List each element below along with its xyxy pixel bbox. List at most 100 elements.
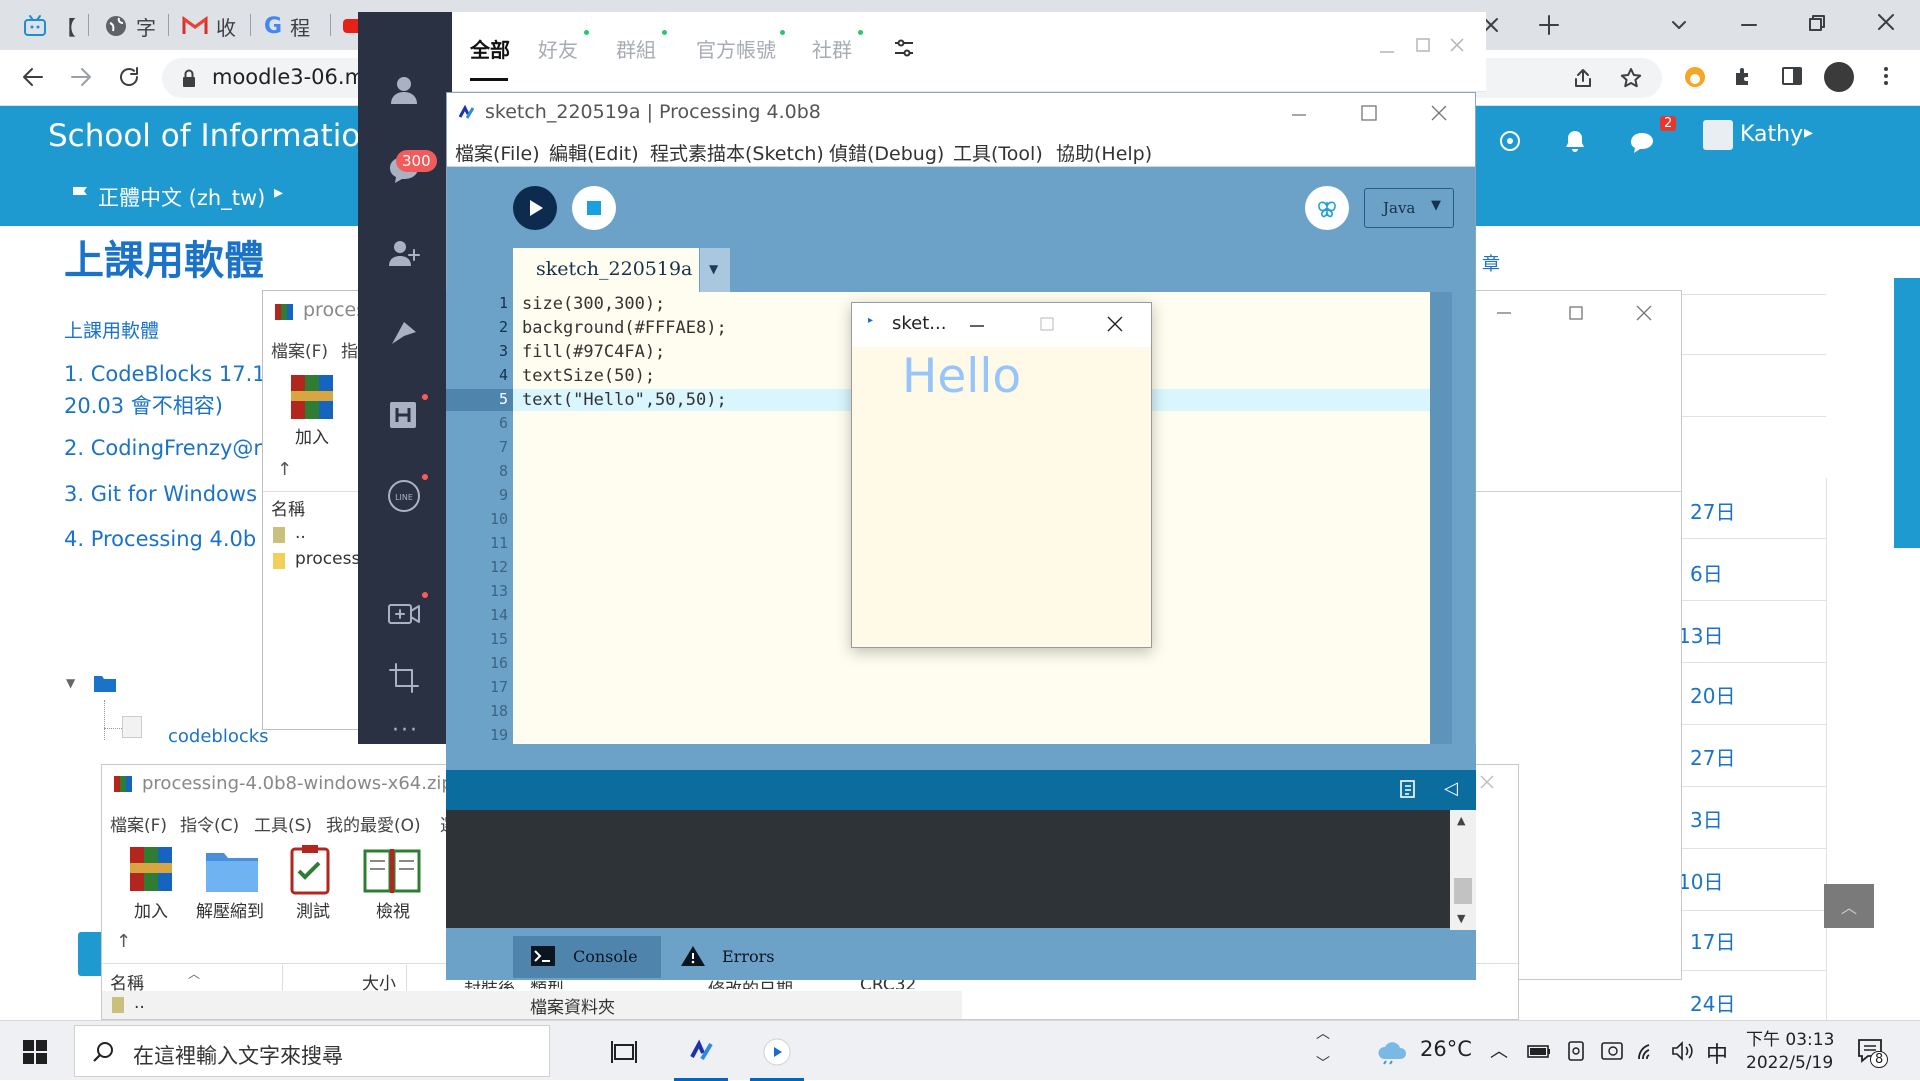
wifi-icon[interactable] <box>1636 1039 1662 1063</box>
run-button[interactable] <box>513 186 557 230</box>
taskbar-app-sketch[interactable] <box>746 1021 808 1081</box>
maximize-icon[interactable] <box>1359 103 1379 123</box>
close-icon[interactable] <box>1478 773 1496 791</box>
scroll-down-icon[interactable]: ▼ <box>1457 912 1465 925</box>
console-tab[interactable]: Console <box>513 936 661 978</box>
up-arrow-icon[interactable]: ↑ <box>277 459 292 480</box>
browser-tab[interactable]: 收 <box>182 6 236 46</box>
close-icon[interactable] <box>1448 36 1466 54</box>
menu-tools[interactable]: 工具(S) <box>254 811 312 836</box>
add-archive-icon[interactable] <box>287 371 339 423</box>
taskbar-search[interactable]: 在這裡輸入文字來搜尋 <box>74 1025 550 1077</box>
menu-tool[interactable]: 工具(Tool) <box>953 139 1043 166</box>
up-arrow-icon[interactable]: ↑ <box>116 931 131 952</box>
stop-button[interactable] <box>572 186 616 230</box>
folder-icon[interactable] <box>92 672 118 694</box>
taskbar-app-processing[interactable] <box>670 1021 732 1081</box>
close-icon[interactable] <box>1106 315 1124 333</box>
console-output[interactable] <box>446 810 1450 928</box>
sketch-tab[interactable]: sketch_220519a <box>513 248 699 292</box>
add-friend-icon[interactable] <box>386 236 422 272</box>
tab-official[interactable]: 官方帳號 <box>696 34 776 63</box>
menu-file[interactable]: 檔案(File) <box>455 139 540 166</box>
filter-settings-icon[interactable] <box>892 36 916 60</box>
menu-favorites[interactable]: 我的最愛(O) <box>326 811 421 836</box>
voom-icon[interactable] <box>386 316 422 352</box>
share-icon[interactable] <box>1572 67 1594 89</box>
collapse-arrow-icon[interactable]: ▼ <box>66 676 75 690</box>
extensions-icon[interactable] <box>1732 64 1756 88</box>
menu-file[interactable]: 檔案(F) <box>271 337 328 362</box>
minimize-icon[interactable] <box>1289 105 1309 125</box>
menu-command[interactable]: 指令(C) <box>180 811 239 836</box>
more-icon[interactable]: ··· <box>392 718 419 743</box>
scroll-up-icon[interactable]: ▲ <box>1457 814 1465 827</box>
calendar-date[interactable]: 20日 <box>1690 680 1735 709</box>
extract-folder-icon[interactable] <box>204 845 260 895</box>
chat-icon[interactable] <box>1628 130 1656 156</box>
menu-edit[interactable]: 編輯(Edit) <box>549 139 639 166</box>
star-icon[interactable] <box>1620 67 1642 89</box>
language-menu[interactable]: 正體中文 (zh_tw) <box>98 182 265 212</box>
menu-help[interactable]: 協助(Help) <box>1056 139 1152 166</box>
browser-tab[interactable]: 字 <box>104 6 156 46</box>
menu-sketch[interactable]: 程式素描本(Sketch) <box>650 139 824 166</box>
browser-tab[interactable]: G 程 <box>264 6 310 46</box>
back-icon[interactable] <box>20 64 46 90</box>
test-clipboard-icon[interactable] <box>288 843 332 895</box>
view-book-icon[interactable] <box>362 845 422 895</box>
menu-command[interactable]: 指 <box>341 337 358 362</box>
calendar-date[interactable]: 17日 <box>1690 926 1735 955</box>
file-link[interactable]: codeblocks <box>168 726 269 747</box>
maximize-icon[interactable] <box>1414 36 1432 54</box>
calendar-date[interactable]: 6日 <box>1690 558 1723 587</box>
line-circle-icon[interactable]: LINE <box>386 478 422 514</box>
table-row[interactable]: .. 檔案資料夾 <box>102 991 962 1019</box>
errors-tab-label[interactable]: Errors <box>722 947 774 966</box>
tray-overflow-icon[interactable]: ︿ <box>1490 1037 1508 1063</box>
user-avatar[interactable] <box>1703 120 1733 150</box>
tab-groups[interactable]: 群組 <box>616 34 656 63</box>
list-item[interactable]: 2. CodingFrenzy@r <box>64 436 262 460</box>
video-call-icon[interactable] <box>386 596 422 632</box>
clock-time[interactable]: 下午 03:13 <box>1746 1025 1834 1050</box>
list-item[interactable]: 3. Git for Windows <box>64 482 257 506</box>
bell-icon[interactable] <box>1562 128 1588 154</box>
forward-icon[interactable] <box>68 64 94 90</box>
user-name[interactable]: Kathy <box>1740 122 1803 147</box>
windows-start-icon[interactable] <box>22 1039 48 1065</box>
calendar-date[interactable]: 27日 <box>1690 742 1735 771</box>
minimize-icon[interactable] <box>1378 38 1396 56</box>
tab-all[interactable]: 全部 <box>470 34 510 63</box>
copy-console-icon[interactable] <box>1398 778 1420 802</box>
tab-friends[interactable]: 好友 <box>538 34 578 63</box>
browser-tab[interactable]: 【 <box>22 6 76 46</box>
calendar-date[interactable]: 3日 <box>1690 804 1723 833</box>
person-icon[interactable] <box>386 72 422 108</box>
close-icon[interactable] <box>1634 303 1654 323</box>
close-icon[interactable] <box>1429 103 1449 123</box>
task-view-icon[interactable] <box>610 1039 638 1065</box>
extension-fox-icon[interactable] <box>1682 64 1708 90</box>
volume-icon[interactable] <box>1670 1039 1694 1063</box>
chevron-down-icon[interactable] <box>1668 14 1690 36</box>
editor-scrollbar[interactable] <box>1430 292 1452 770</box>
weather-temp[interactable]: 26°C <box>1420 1037 1472 1061</box>
console-scrollbar[interactable]: ▲ ▼ <box>1450 810 1476 930</box>
breadcrumb[interactable]: 上課用軟體 <box>64 316 159 343</box>
crop-icon[interactable] <box>386 660 422 696</box>
menu-debug[interactable]: 偵錯(Debug) <box>829 139 944 166</box>
sidepanel-icon[interactable] <box>1780 64 1804 88</box>
calendar-date[interactable]: 24日 <box>1690 988 1735 1017</box>
device-icon[interactable] <box>1564 1039 1588 1063</box>
list-item[interactable]: 1. CodeBlocks 17.1 <box>64 362 266 386</box>
maximize-icon[interactable] <box>1566 303 1586 323</box>
scroll-thumb[interactable] <box>1454 878 1472 904</box>
menu-file[interactable]: 檔案(F) <box>110 811 167 836</box>
hub-icon[interactable] <box>386 396 422 432</box>
clock-date[interactable]: 2022/5/19 <box>1746 1053 1833 1073</box>
close-window-icon[interactable] <box>1874 10 1898 34</box>
calendar-date[interactable]: 10日 <box>1678 866 1723 895</box>
restore-icon[interactable] <box>1806 12 1828 34</box>
minimize-icon[interactable] <box>968 317 986 335</box>
